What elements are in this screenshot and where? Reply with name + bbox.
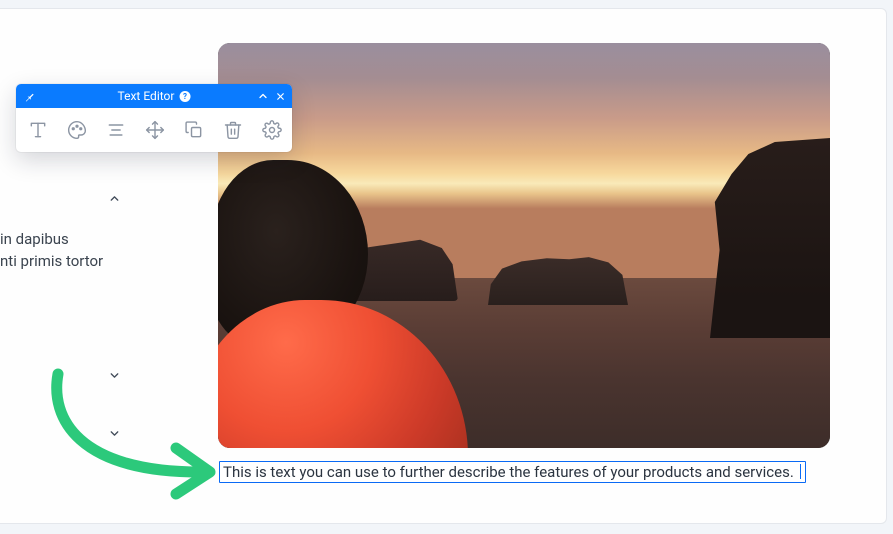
close-icon[interactable] xyxy=(275,91,286,102)
delete-button[interactable] xyxy=(221,118,245,142)
text-editor-toolbar: Text Editor ? xyxy=(16,84,292,152)
hero-image xyxy=(218,43,830,448)
accordion-line-2: nti primis tortor xyxy=(0,252,103,270)
help-badge-icon[interactable]: ? xyxy=(179,91,190,102)
move-button[interactable] xyxy=(143,118,167,142)
accordion-line-1: in dapibus xyxy=(0,230,69,248)
settings-button[interactable] xyxy=(260,118,284,142)
chevron-up-icon[interactable] xyxy=(108,190,121,209)
person-shoulder xyxy=(218,300,468,448)
chevron-down-icon[interactable] xyxy=(108,425,121,444)
collapse-icon[interactable] xyxy=(257,90,269,102)
caption-text-editable[interactable]: This is text you can use to further desc… xyxy=(219,461,806,483)
toolbar-body xyxy=(16,108,292,152)
format-button[interactable] xyxy=(26,118,50,142)
pin-icon[interactable] xyxy=(24,91,35,102)
toolbar-header[interactable]: Text Editor ? xyxy=(16,84,292,108)
duplicate-button[interactable] xyxy=(182,118,206,142)
caption-text: This is text you can use to further desc… xyxy=(223,463,794,481)
color-button[interactable] xyxy=(65,118,89,142)
accordion-body-text: in dapibus nti primis tortor xyxy=(0,229,165,273)
foreground-person xyxy=(218,160,448,448)
chevron-down-icon[interactable] xyxy=(108,367,121,386)
align-button[interactable] xyxy=(104,118,128,142)
toolbar-title: Text Editor xyxy=(118,89,175,103)
